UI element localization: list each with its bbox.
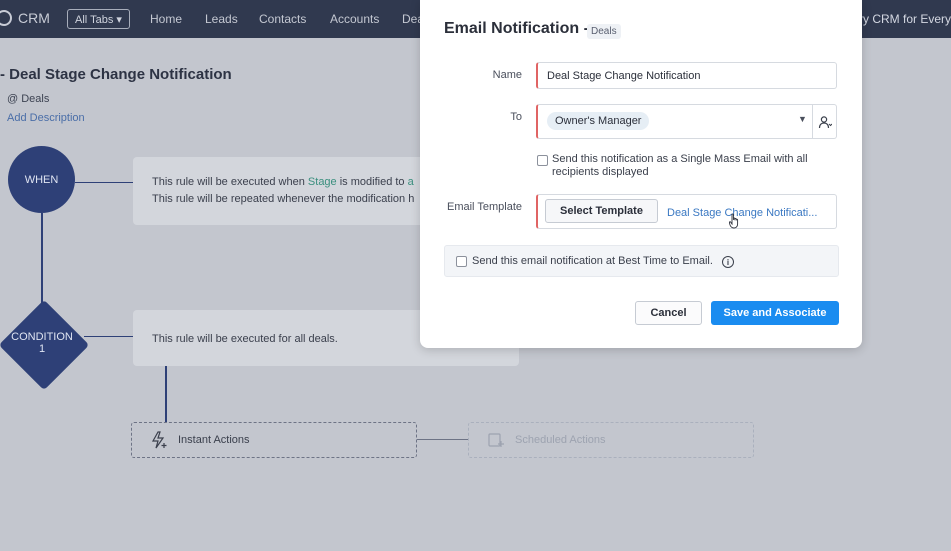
connector-when-condition <box>41 213 43 305</box>
condition-label: CONDITION 1 <box>11 331 73 355</box>
module-chip: Deals <box>587 24 621 39</box>
scheduled-actions-icon <box>488 433 504 447</box>
connector-condition <box>84 336 134 337</box>
when-label: WHEN <box>24 173 59 186</box>
email-notification-dialog: Email Notification - Deals Name Deal Sta… <box>420 0 862 348</box>
crm-logo-icon <box>0 10 12 26</box>
add-description-link[interactable]: Add Description <box>7 112 85 124</box>
lightning-plus-icon <box>151 431 167 449</box>
connector-actions <box>417 439 469 440</box>
instant-actions-label: Instant Actions <box>178 434 250 446</box>
cancel-button[interactable]: Cancel <box>635 301 702 325</box>
select-template-button[interactable]: Select Template <box>545 199 658 223</box>
to-label: To <box>510 111 522 123</box>
mass-email-checkbox[interactable] <box>537 155 548 166</box>
to-recipients-field[interactable]: Owner's Manager ▼ <box>536 104 837 139</box>
when-node[interactable]: WHEN <box>8 146 75 213</box>
save-and-associate-button[interactable]: Save and Associate <box>711 301 839 325</box>
scheduled-actions-button[interactable]: Scheduled Actions <box>468 422 754 458</box>
nav-item-contacts[interactable]: Contacts <box>259 12 306 26</box>
select-user-button[interactable] <box>812 105 836 138</box>
mass-email-text: Send this notification as a Single Mass … <box>552 153 808 178</box>
name-input[interactable]: Deal Stage Change Notification <box>536 62 837 89</box>
crm-logo[interactable]: CRM <box>0 10 50 26</box>
template-link[interactable]: Deal Stage Change Notificati... <box>667 207 817 219</box>
connector-condition-actions <box>165 366 167 422</box>
connector-when <box>75 182 133 183</box>
email-template-label: Email Template <box>447 201 522 213</box>
dialog-title: Email Notification - <box>444 20 589 37</box>
rule-title: - Deal Stage Change Notification <box>0 66 232 83</box>
nav-item-accounts[interactable]: Accounts <box>330 12 379 26</box>
condition-node[interactable]: CONDITION 1 <box>0 299 90 391</box>
instant-actions-button[interactable]: Instant Actions <box>131 422 417 458</box>
best-time-text: Send this email notification at Best Tim… <box>472 255 713 267</box>
all-tabs-dropdown[interactable]: All Tabs ▾ <box>67 9 130 29</box>
stage-field: Stage <box>307 176 337 188</box>
brand-name: CRM <box>18 10 50 26</box>
best-time-option: Send this email notification at Best Tim… <box>444 245 839 277</box>
when-line-2: This rule will be repeated whenever the … <box>152 193 415 205</box>
when-description-box[interactable]: This rule will be executed when Stage is… <box>133 157 433 225</box>
hand-cursor-icon <box>729 213 739 229</box>
rule-module: @ Deals <box>7 93 50 105</box>
condition-text: This rule will be executed for all deals… <box>152 333 338 345</box>
name-label: Name <box>492 69 522 81</box>
recipient-chip[interactable]: Owner's Manager <box>547 112 650 130</box>
best-time-checkbox[interactable] <box>456 256 467 267</box>
name-value: Deal Stage Change Notification <box>547 70 701 82</box>
email-template-field: Select Template Deal Stage Change Notifi… <box>536 194 837 229</box>
nav-item-leads[interactable]: Leads <box>205 12 238 26</box>
chevron-down-icon[interactable]: ▼ <box>798 114 807 124</box>
when-line-1: This rule will be executed when Stage is… <box>152 176 414 188</box>
info-icon[interactable]: i <box>722 256 734 268</box>
user-icon <box>818 115 832 128</box>
scheduled-actions-label: Scheduled Actions <box>515 434 606 446</box>
nav-item-home[interactable]: Home <box>150 12 182 26</box>
